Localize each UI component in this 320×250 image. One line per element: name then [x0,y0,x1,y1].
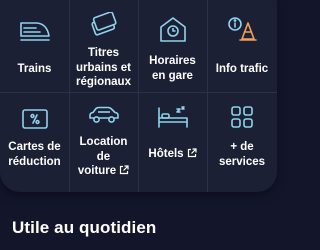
service-more[interactable]: + de services [207,93,277,192]
external-link-icon [187,148,197,163]
service-label: Trains [17,63,52,75]
traffic-info-icon [226,15,258,43]
service-location-voiture[interactable]: Location de voiture [69,93,138,192]
train-icon [19,18,51,44]
service-hotels[interactable]: Hôtels [138,93,207,192]
discount-card-icon [21,108,49,130]
service-label: Horaires en gare [149,55,196,82]
service-trains[interactable]: Trains [0,0,69,92]
service-label: Hôtels [138,147,207,163]
service-titres-urbains[interactable]: Titres urbains et régionaux [69,0,138,92]
service-label: Info trafic [215,63,269,75]
service-label: Cartes de réduction [8,141,61,168]
service-horaires[interactable]: Horaires en gare [138,0,207,92]
external-link-icon [119,165,129,180]
station-clock-icon [159,15,187,43]
services-grid: Trains Titres urbains et régionaux Horai… [0,0,277,192]
car-icon [87,105,121,125]
service-label: Titres urbains et régionaux [76,47,131,88]
bed-icon [157,106,189,128]
service-label: Location de voiture [69,135,138,180]
section-title: Utile au quotidien [12,218,157,237]
service-cartes-reduction[interactable]: Cartes de réduction [0,93,69,192]
service-label: + de services [218,141,266,168]
service-info-trafic[interactable]: Info trafic [207,0,277,92]
ticket-icon [89,12,119,38]
grid-icon [230,105,254,129]
